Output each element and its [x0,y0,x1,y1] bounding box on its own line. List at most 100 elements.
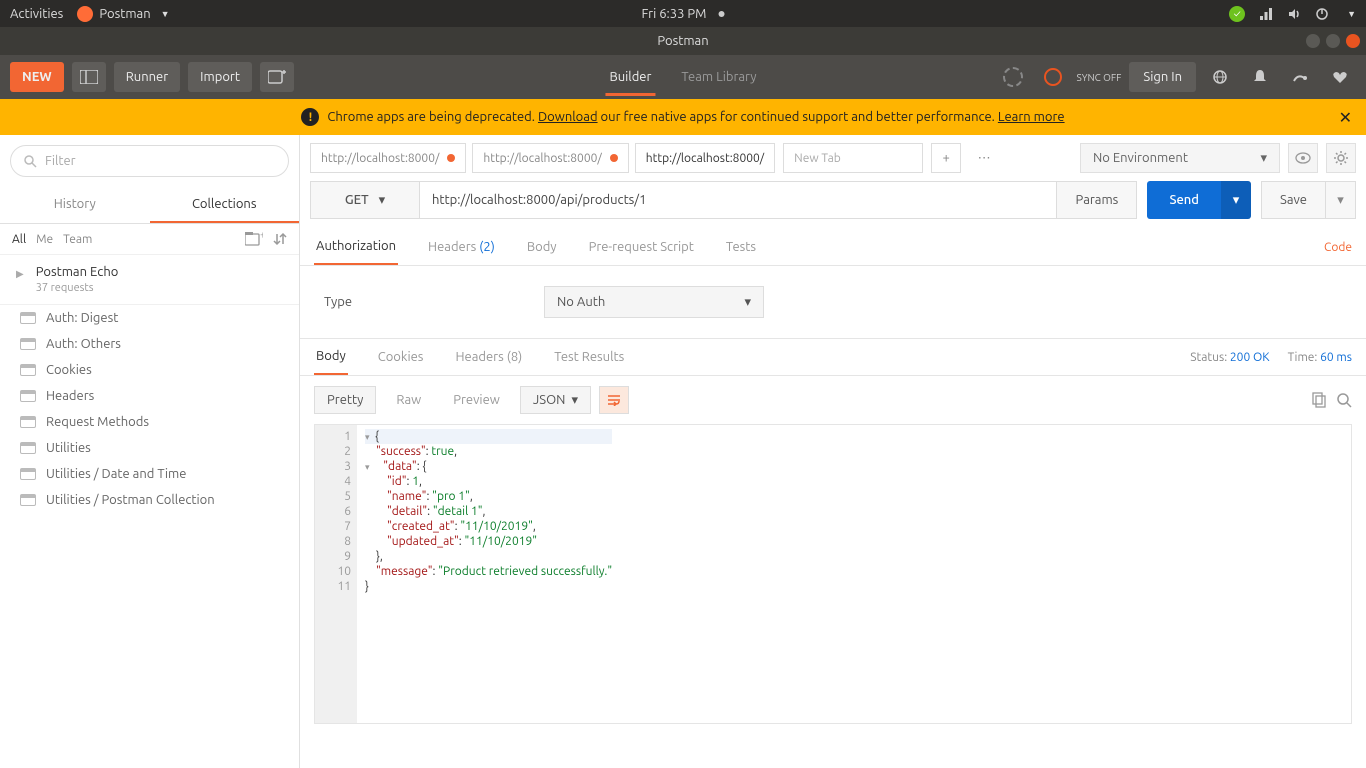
team-library-tab[interactable]: Team Library [677,58,760,96]
environment-select[interactable]: No Environment ▾ [1080,143,1280,173]
chevron-down-icon: ▾ [744,295,751,310]
send-dropdown[interactable]: ▾ [1221,181,1251,219]
search-response-icon[interactable] [1336,392,1352,408]
new-collection-icon[interactable]: + [245,232,263,246]
network-icon[interactable] [1259,7,1273,21]
copy-response-icon[interactable] [1310,392,1326,408]
folder-item[interactable]: Utilities / Date and Time [0,461,299,487]
collections-tab[interactable]: Collections [150,187,300,223]
authorization-tab[interactable]: Authorization [314,229,398,265]
tab-options-button[interactable]: ⋯ [969,143,999,173]
chevron-down-icon: ▼ [1347,9,1356,19]
filter-input[interactable]: Filter [10,145,289,177]
new-window-button[interactable] [260,62,294,92]
modified-dot-icon [610,154,618,162]
chevron-down-icon: ▾ [571,393,578,408]
deprecation-banner: ! Chrome apps are being deprecated. Down… [0,99,1366,135]
resp-body-tab[interactable]: Body [314,339,348,375]
preview-button[interactable]: Preview [441,386,512,414]
http-method-select[interactable]: GET ▾ [310,181,420,219]
env-settings-button[interactable] [1326,143,1356,173]
import-button[interactable]: Import [188,62,252,92]
history-tab[interactable]: History [0,187,150,223]
sort-icon[interactable] [273,232,287,246]
minimize-button[interactable] [1306,34,1320,48]
toggle-sidebar-button[interactable] [72,62,106,92]
download-link[interactable]: Download [538,110,598,124]
resp-cookies-tab[interactable]: Cookies [376,340,426,374]
folder-item[interactable]: Utilities / Postman Collection [0,487,299,513]
builder-tab[interactable]: Builder [605,58,655,96]
folder-icon [20,442,36,454]
folder-icon [20,390,36,402]
time-value: 60 ms [1320,351,1352,364]
folder-item[interactable]: Auth: Digest [0,305,299,331]
folder-icon [20,364,36,376]
request-tab[interactable]: http://localhost:8000/ [635,143,775,173]
code-link[interactable]: Code [1324,241,1352,254]
power-icon[interactable] [1315,7,1329,21]
send-button[interactable]: Send [1147,181,1221,219]
folder-item[interactable]: Request Methods [0,409,299,435]
heart-icon[interactable] [1324,62,1356,92]
main-content: http://localhost:8000/http://localhost:8… [300,135,1366,768]
clock[interactable]: Fri 6:33 PM [642,7,725,21]
add-tab-button[interactable]: + [931,143,961,173]
raw-button[interactable]: Raw [384,386,433,414]
warning-icon: ! [301,108,319,126]
prerequest-tab[interactable]: Pre-request Script [587,230,696,264]
request-tab[interactable]: http://localhost:8000/ [310,143,466,173]
auth-type-select[interactable]: No Auth ▾ [544,286,764,318]
url-input[interactable]: http://localhost:8000/api/products/1 [420,181,1057,219]
req-body-tab[interactable]: Body [525,230,559,264]
wrap-lines-button[interactable] [599,386,629,414]
folder-item[interactable]: Auth: Others [0,331,299,357]
notifications-icon[interactable] [1244,62,1276,92]
filter-all[interactable]: All [12,233,26,246]
capture-icon[interactable] [997,62,1029,92]
runner-button[interactable]: Runner [114,62,180,92]
folder-icon [20,468,36,480]
sync-status: SYNC OFF [1077,72,1122,83]
tests-tab[interactable]: Tests [724,230,758,264]
new-tab[interactable]: New Tab [783,143,923,173]
postman-toolbar: NEW Runner Import Builder Team Library S… [0,55,1366,99]
req-headers-tab[interactable]: Headers (2) [426,230,497,264]
response-body[interactable]: 1234567891011 ▾{ "success": true,▾ "data… [314,424,1352,724]
params-button[interactable]: Params [1057,181,1137,219]
volume-icon[interactable] [1287,7,1301,21]
filter-me[interactable]: Me [36,233,53,246]
folder-icon [20,494,36,506]
status-value: 200 OK [1230,351,1270,364]
folder-item[interactable]: Headers [0,383,299,409]
format-select[interactable]: JSON ▾ [520,386,591,414]
folder-icon [20,312,36,324]
chevron-down-icon: ▾ [1260,151,1267,166]
banner-close-button[interactable]: ✕ [1339,108,1352,127]
test-results-tab[interactable]: Test Results [552,340,626,374]
browse-icon[interactable] [1204,62,1236,92]
learn-more-link[interactable]: Learn more [998,110,1065,124]
activities-button[interactable]: Activities [10,7,63,21]
search-icon [23,154,37,168]
request-tab[interactable]: http://localhost:8000/ [472,143,628,173]
status-ok-icon[interactable]: ✓ [1229,6,1245,22]
close-button[interactable] [1346,34,1360,48]
collection-item[interactable]: ▶ Postman Echo 37 requests [0,255,299,305]
folder-item[interactable]: Cookies [0,357,299,383]
filter-team[interactable]: Team [63,233,92,246]
folder-item[interactable]: Utilities [0,435,299,461]
save-dropdown[interactable]: ▾ [1326,181,1356,219]
sync-indicator[interactable] [1037,62,1069,92]
sign-in-button[interactable]: Sign In [1129,62,1196,92]
app-menu[interactable]: Postman ▼ [77,6,169,22]
save-button[interactable]: Save [1261,181,1326,219]
resp-headers-tab[interactable]: Headers (8) [453,340,524,374]
svg-text:+: + [260,232,263,240]
env-quicklook-button[interactable] [1288,143,1318,173]
maximize-button[interactable] [1326,34,1340,48]
new-button[interactable]: NEW [10,62,64,92]
pretty-button[interactable]: Pretty [314,386,376,414]
chevron-down-icon: ▾ [379,193,386,208]
settings-icon[interactable] [1284,62,1316,92]
